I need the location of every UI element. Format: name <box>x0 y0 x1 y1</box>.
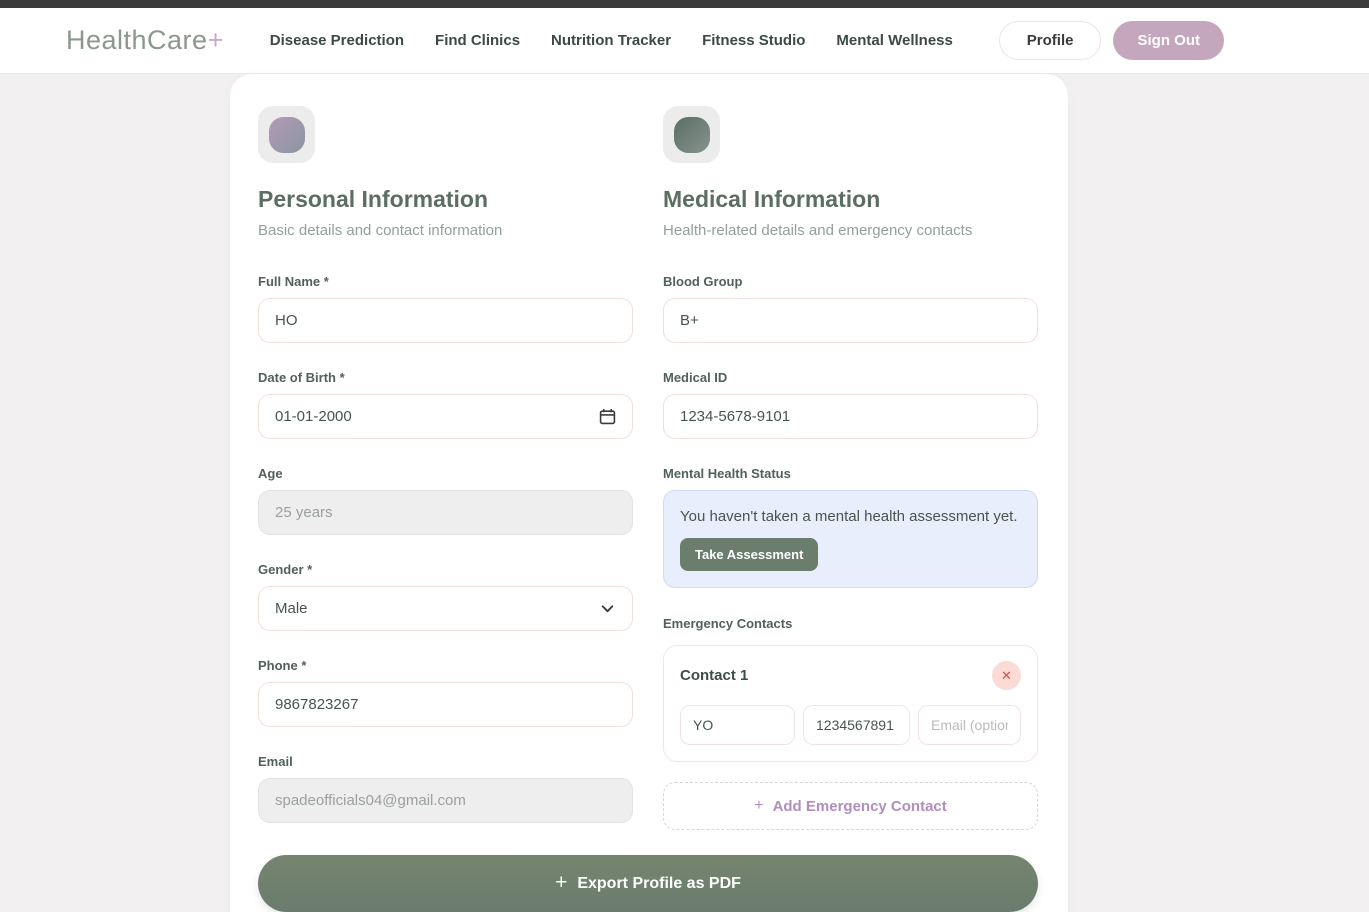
phone-field-group: Phone * <box>258 658 633 727</box>
add-emergency-contact-button[interactable]: + Add Emergency Contact <box>663 782 1038 830</box>
contact-inputs-row <box>680 705 1021 745</box>
main-nav: Disease Prediction Find Clinics Nutritio… <box>270 32 953 49</box>
nav-item-find-clinics[interactable]: Find Clinics <box>435 32 520 49</box>
add-contact-label: Add Emergency Contact <box>772 797 947 815</box>
mental-health-message: You haven't taken a mental health assess… <box>680 508 1018 525</box>
profile-card: Personal Information Basic details and c… <box>230 74 1068 912</box>
gender-select[interactable]: Male <box>258 586 633 631</box>
mental-health-status-box: You haven't taken a mental health assess… <box>663 490 1038 588</box>
chevron-down-icon <box>601 605 614 613</box>
dob-field-group: Date of Birth * 01-01-2000 <box>258 370 633 439</box>
contact-email-input[interactable] <box>918 705 1021 745</box>
nav-item-disease-prediction[interactable]: Disease Prediction <box>270 32 404 49</box>
close-icon: ✕ <box>1001 668 1012 683</box>
header-actions: Profile Sign Out <box>998 21 1224 60</box>
medical-info-section: Medical Information Health-related detai… <box>663 106 1038 830</box>
blood-group-input[interactable] <box>663 298 1038 343</box>
personal-info-title: Personal Information <box>258 186 489 212</box>
full-name-input[interactable] <box>258 298 633 343</box>
dob-value: 01-01-2000 <box>275 408 352 425</box>
gender-label: Gender * <box>258 562 313 577</box>
gender-selected-value: Male <box>275 600 308 617</box>
age-input <box>258 490 633 535</box>
personal-info-subtitle: Basic details and contact information <box>258 222 503 239</box>
contact-phone-input[interactable] <box>803 705 910 745</box>
phone-label: Phone * <box>258 658 307 673</box>
personal-info-icon <box>258 106 315 163</box>
browser-chrome-bar <box>0 0 1369 8</box>
emergency-contacts-label: Emergency Contacts <box>663 616 793 631</box>
nav-item-fitness-studio[interactable]: Fitness Studio <box>702 32 805 49</box>
dob-label: Date of Birth * <box>258 370 345 385</box>
full-name-field-group: Full Name * <box>258 274 633 343</box>
export-profile-pdf-button[interactable]: + Export Profile as PDF <box>258 855 1038 912</box>
medical-info-icon <box>663 106 720 163</box>
medical-id-field-group: Medical ID <box>663 370 1038 439</box>
nav-item-mental-wellness[interactable]: Mental Wellness <box>836 32 952 49</box>
medical-id-input[interactable] <box>663 394 1038 439</box>
profile-button[interactable]: Profile <box>998 21 1102 60</box>
age-field-group: Age <box>258 466 633 535</box>
contact-title: Contact 1 <box>680 667 749 684</box>
nav-item-nutrition-tracker[interactable]: Nutrition Tracker <box>551 32 671 49</box>
remove-contact-button[interactable]: ✕ <box>992 661 1021 690</box>
profile-grid: Personal Information Basic details and c… <box>258 106 1038 830</box>
signout-button[interactable]: Sign Out <box>1113 21 1224 60</box>
personal-info-section: Personal Information Basic details and c… <box>258 106 633 830</box>
take-assessment-button[interactable]: Take Assessment <box>680 538 819 571</box>
phone-input[interactable] <box>258 682 633 727</box>
contact-name-input[interactable] <box>680 705 795 745</box>
logo-text: HealthCare <box>66 25 208 55</box>
blood-group-field-group: Blood Group <box>663 274 1038 343</box>
mental-health-field-group: Mental Health Status You haven't taken a… <box>663 466 1038 588</box>
export-button-label: Export Profile as PDF <box>577 874 741 892</box>
logo-plus-glyph: + <box>207 25 224 55</box>
plus-icon: + <box>555 870 568 894</box>
dob-date-input[interactable]: 01-01-2000 <box>258 394 633 439</box>
email-field-group: Email <box>258 754 633 823</box>
medical-info-title: Medical Information <box>663 186 881 212</box>
email-input <box>258 778 633 823</box>
app-header: HealthCare+ Disease Prediction Find Clin… <box>0 8 1369 74</box>
contact-card-header: Contact 1 ✕ <box>680 661 1021 690</box>
full-name-label: Full Name * <box>258 274 329 289</box>
app-logo[interactable]: HealthCare+ <box>66 25 224 56</box>
blood-group-label: Blood Group <box>663 274 743 289</box>
plus-icon: + <box>754 797 764 814</box>
medical-cross-icon <box>673 116 710 153</box>
page-body: Personal Information Basic details and c… <box>0 74 1369 912</box>
person-icon <box>268 116 305 153</box>
emergency-contacts-group: Emergency Contacts Contact 1 ✕ YO 123456… <box>663 616 1038 830</box>
medical-id-label: Medical ID <box>663 370 728 385</box>
email-label: Email <box>258 754 293 769</box>
gender-field-group: Gender * Male <box>258 562 633 631</box>
age-label: Age <box>258 466 283 481</box>
calendar-icon[interactable] <box>599 408 616 425</box>
emergency-contact-card: Contact 1 ✕ <box>663 645 1038 762</box>
mental-health-label: Mental Health Status <box>663 466 791 481</box>
medical-info-subtitle: Health-related details and emergency con… <box>663 222 973 239</box>
